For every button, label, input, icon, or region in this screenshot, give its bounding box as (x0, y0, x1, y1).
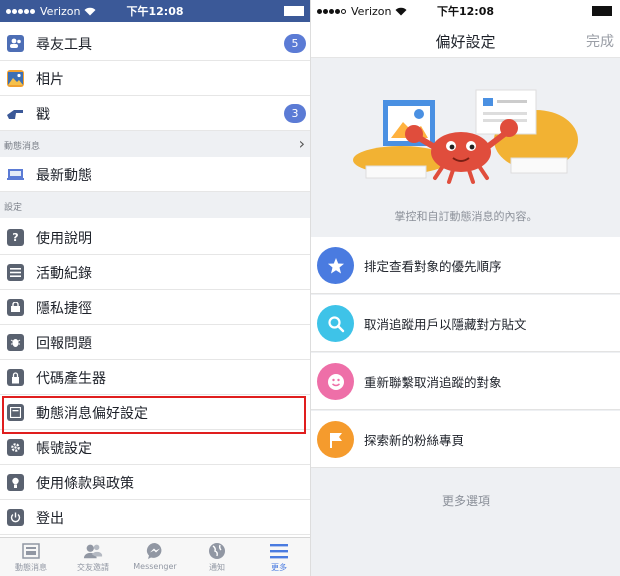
menu-item-account-settings[interactable]: 帳號設定 (0, 430, 310, 465)
nav-bar: 偏好設定 完成 (311, 22, 620, 58)
signal-dots-icon (317, 8, 346, 14)
menu-item-news-feed-preferences[interactable]: 動態消息偏好設定 (0, 395, 310, 430)
menu-pane: Verizon 下午12:08 尋友工具 5 相片 戳 3 動態消息 › 最新動… (0, 0, 310, 576)
menu-item-label: 最新動態 (36, 168, 92, 184)
terms-policies-icon (7, 474, 24, 491)
more-options-button[interactable]: 更多選項 (311, 470, 620, 530)
menu-item-label: 回報問題 (36, 336, 92, 352)
menu-item-report-problem[interactable]: 回報問題 (0, 325, 310, 360)
poke-icon (7, 105, 24, 122)
battery-icon (592, 6, 612, 16)
wifi-icon (395, 7, 406, 15)
activity-log-icon (7, 264, 24, 281)
carrier-name: Verizon (40, 4, 81, 18)
option-label: 取消追蹤用戶以隱藏對方貼文 (364, 317, 527, 332)
tab-label: 更多 (271, 563, 287, 572)
news-feed-preferences-icon (7, 404, 24, 421)
section-header-news-feed[interactable]: 動態消息 › (0, 131, 310, 157)
tab-label: 動態消息 (15, 563, 47, 572)
news-feed-tab-icon (21, 542, 41, 560)
option-label: 重新聯繫取消追蹤的對象 (364, 375, 502, 390)
tab-friend-requests[interactable]: 交友邀請 (62, 538, 124, 576)
photos-icon (7, 70, 24, 87)
account-settings-icon (7, 439, 24, 456)
section-header-label: 設定 (4, 203, 23, 213)
carrier-indicator: Verizon (317, 5, 407, 18)
star-icon (317, 247, 354, 284)
code-generator-icon (7, 369, 24, 386)
done-button[interactable]: 完成 (586, 31, 614, 51)
tab-label: 通知 (209, 563, 225, 572)
page-title: 偏好設定 (435, 33, 496, 51)
notifications-tab-icon (207, 542, 227, 560)
friend-requests-tab-icon (83, 542, 103, 560)
smiley-icon (317, 363, 354, 400)
battery-icon (284, 6, 304, 16)
menu-item-find-friends[interactable]: 尋友工具 5 (0, 26, 310, 61)
section-header-label: 動態消息 (4, 142, 41, 152)
report-problem-icon (7, 334, 24, 351)
menu-item-label: 使用說明 (36, 231, 92, 247)
menu-item-log-out[interactable]: 登出 (0, 500, 310, 535)
tab-notifications[interactable]: 通知 (186, 538, 248, 576)
chevron-right-icon: › (298, 134, 305, 153)
menu-item-most-recent[interactable]: 最新動態 (0, 157, 310, 192)
tab-bar: 動態消息 交友邀請 Messenger 通知 更多 (0, 537, 310, 576)
menu-item-label: 尋友工具 (36, 37, 92, 53)
wifi-icon (84, 7, 95, 15)
more-tab-icon (269, 542, 289, 560)
menu-item-label: 隱私捷徑 (36, 301, 92, 317)
menu-item-code-generator[interactable]: 代碼產生器 (0, 360, 310, 395)
status-bar: Verizon 下午12:08 (0, 0, 310, 22)
option-label: 排定查看對象的優先順序 (364, 259, 502, 274)
option-reconnect[interactable]: 重新聯繫取消追蹤的對象 (311, 353, 620, 410)
count-badge: 3 (284, 104, 306, 123)
menu-item-label: 代碼產生器 (36, 371, 106, 387)
status-bar: Verizon 下午12:08 (311, 0, 620, 22)
tab-label: Messenger (133, 562, 177, 571)
help-icon: ? (7, 229, 24, 246)
friends-icon (7, 35, 24, 52)
most-recent-icon (7, 166, 24, 183)
menu-item-label: 登出 (36, 511, 64, 527)
menu-item-photos[interactable]: 相片 (0, 61, 310, 96)
tab-more[interactable]: 更多 (248, 538, 310, 576)
option-label: 探索新的粉絲專頁 (364, 433, 465, 448)
hero-illustration: 掌控和自訂動態消息的內容。 (311, 58, 620, 236)
menu-item-privacy-shortcuts[interactable]: 隱私捷徑 (0, 290, 310, 325)
menu-item-help[interactable]: ? 使用說明 (0, 220, 310, 255)
flag-icon (317, 421, 354, 458)
option-discover-pages[interactable]: 探索新的粉絲專頁 (311, 411, 620, 468)
log-out-icon (7, 509, 24, 526)
option-prioritize[interactable]: 排定查看對象的優先順序 (311, 237, 620, 294)
count-badge: 5 (284, 34, 306, 53)
menu-item-label: 活動紀錄 (36, 266, 92, 282)
crab-illustration (353, 89, 578, 184)
signal-dots-icon (6, 8, 35, 14)
hero-caption: 掌控和自訂動態消息的內容。 (394, 210, 538, 223)
search-icon (317, 305, 354, 342)
menu-item-label: 相片 (36, 72, 64, 88)
tab-label: 交友邀請 (77, 563, 109, 572)
carrier-indicator: Verizon (6, 5, 96, 18)
privacy-shortcuts-icon (7, 299, 24, 316)
option-unfollow[interactable]: 取消追蹤用戶以隱藏對方貼文 (311, 295, 620, 352)
menu-item-activity-log[interactable]: 活動紀錄 (0, 255, 310, 290)
news-feed-preferences-pane: Verizon 下午12:08 偏好設定 完成 掌控和自訂動態消息的內容。 排定… (310, 0, 620, 576)
menu-item-label: 動態消息偏好設定 (36, 406, 148, 422)
messenger-tab-icon (145, 542, 165, 560)
section-header-settings: 設定 (0, 192, 310, 218)
menu-item-label: 帳號設定 (36, 441, 92, 457)
menu-item-label: 使用條款與政策 (36, 476, 134, 492)
menu-item-pokes[interactable]: 戳 3 (0, 96, 310, 131)
menu-item-label: 戳 (36, 107, 50, 123)
carrier-name: Verizon (351, 4, 392, 18)
tab-news-feed[interactable]: 動態消息 (0, 538, 62, 576)
menu-item-terms-policies[interactable]: 使用條款與政策 (0, 465, 310, 500)
tab-messenger[interactable]: Messenger (124, 538, 186, 576)
